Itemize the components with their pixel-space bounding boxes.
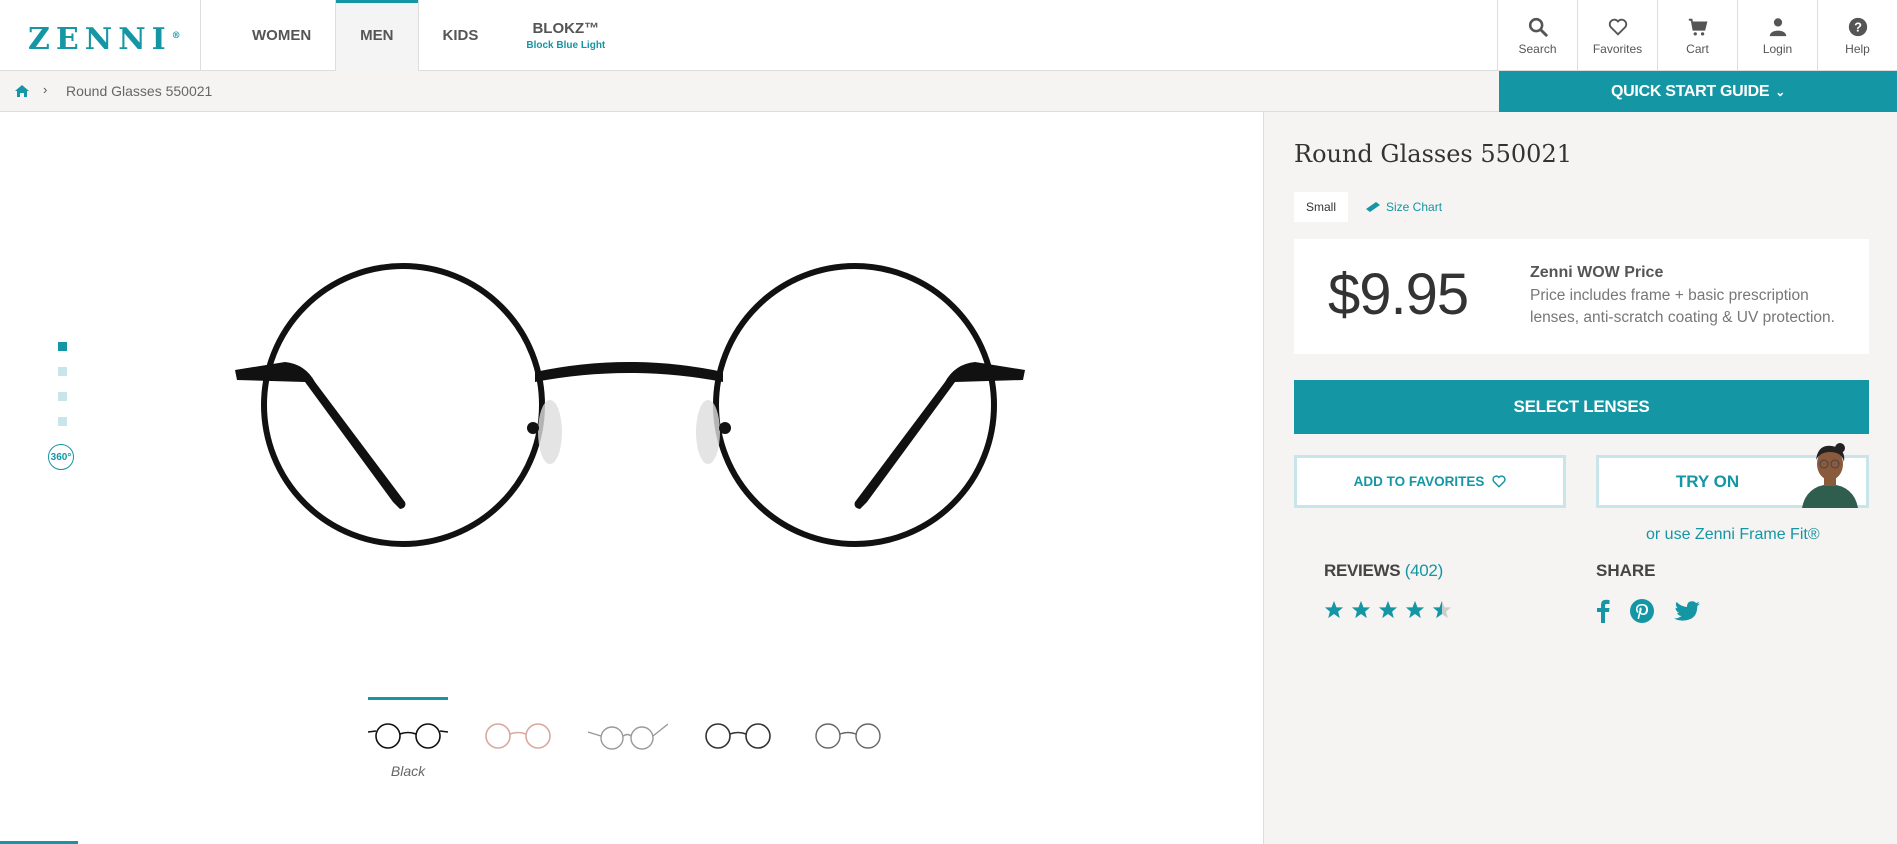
nav-men[interactable]: MEN <box>335 0 419 71</box>
image-dot[interactable] <box>58 392 67 401</box>
cart-button[interactable]: Cart <box>1657 0 1737 71</box>
help-button[interactable]: ? Help <box>1817 0 1897 71</box>
help-icon: ? <box>1848 17 1867 36</box>
image-dot[interactable] <box>58 367 67 376</box>
add-to-favorites-button[interactable]: ADD TO FAVORITES <box>1294 455 1566 508</box>
color-swatch-gunmetal[interactable] <box>698 697 778 779</box>
star-icon <box>1324 600 1344 619</box>
color-swatch-black[interactable]: Black <box>367 697 449 779</box>
star-icon <box>1351 600 1371 619</box>
login-button[interactable]: Login <box>1737 0 1817 71</box>
chevron-right-icon: › <box>43 82 48 97</box>
star-icon <box>1378 600 1398 619</box>
breadcrumb: › Round Glasses 550021 QUICK START GUIDE… <box>0 71 1897 112</box>
price: $9.95 <box>1328 262 1469 327</box>
size-badge: Small <box>1294 192 1349 222</box>
svg-text:?: ? <box>1854 19 1862 34</box>
breadcrumb-current: Round Glasses 550021 <box>66 83 213 99</box>
cart-icon <box>1688 18 1707 36</box>
product-details-panel: Round Glasses 550021 Small Size Chart $9… <box>1263 112 1897 844</box>
quick-start-guide-button[interactable]: QUICK START GUIDE ⌄ <box>1499 71 1897 112</box>
favorites-button[interactable]: Favorites <box>1577 0 1657 71</box>
price-type: Zenni WOW Price <box>1530 264 1664 281</box>
nav-blokz[interactable]: BLOKZ™ Block Blue Light <box>502 0 629 71</box>
frame-fit-link[interactable]: or use Zenni Frame Fit® <box>1646 526 1820 544</box>
nav-kids[interactable]: KIDS <box>419 0 503 71</box>
color-swatch-gray[interactable] <box>808 697 888 779</box>
product-image <box>235 263 1025 547</box>
main-nav: WOMEN MEN KIDS BLOKZ™ Block Blue Light <box>228 0 629 71</box>
logo-divider <box>200 0 201 71</box>
home-icon[interactable] <box>14 83 30 99</box>
swatch-selected-bar <box>368 697 448 700</box>
nav-women[interactable]: WOMEN <box>228 0 335 71</box>
product-title: Round Glasses 550021 <box>1294 140 1572 168</box>
try-on-button[interactable]: TRY ON <box>1596 443 1869 508</box>
header-icons: Search Favorites Cart Login ? Help <box>1497 0 1897 71</box>
twitter-icon[interactable] <box>1674 600 1700 622</box>
user-icon <box>1769 17 1786 36</box>
select-lenses-button[interactable]: SELECT LENSES <box>1294 380 1869 434</box>
pinterest-icon[interactable] <box>1630 599 1654 623</box>
model-avatar <box>1802 443 1858 508</box>
star-icon <box>1405 600 1425 619</box>
color-name: Black <box>390 763 426 779</box>
360-view-icon[interactable]: 360° <box>48 444 74 470</box>
nav-blokz-sublabel: Block Blue Light <box>526 40 606 51</box>
ruler-icon <box>1366 202 1380 212</box>
facebook-icon[interactable] <box>1596 599 1610 623</box>
half-star-icon <box>1432 600 1452 619</box>
search-button[interactable]: Search <box>1497 0 1577 71</box>
color-swatch-silver[interactable] <box>587 697 669 779</box>
zenni-logo[interactable]: ZENNI® <box>28 22 181 57</box>
chevron-down-icon: ⌄ <box>1775 84 1785 99</box>
reviews-count[interactable]: (402) <box>1405 561 1443 580</box>
color-swatch-rose[interactable] <box>478 697 558 779</box>
image-dot[interactable] <box>58 342 67 351</box>
heart-icon <box>1492 475 1506 488</box>
share-icons <box>1596 599 1720 623</box>
image-nav-dots <box>58 342 67 442</box>
site-header: ZENNI® WOMEN MEN KIDS BLOKZ™ Block Blue … <box>0 0 1897 71</box>
image-dot[interactable] <box>58 417 67 426</box>
heart-icon <box>1608 18 1627 36</box>
price-box: $9.95 Zenni WOW Price Price includes fra… <box>1294 239 1869 354</box>
share-label: SHARE <box>1596 561 1656 580</box>
reviews-label[interactable]: REVIEWS (402) <box>1324 561 1443 581</box>
size-chart-link[interactable]: Size Chart <box>1366 200 1442 214</box>
color-swatches: Black <box>367 697 918 779</box>
rating-stars <box>1324 600 1459 619</box>
price-description: Price includes frame + basic prescriptio… <box>1530 287 1835 326</box>
search-icon <box>1528 17 1548 37</box>
